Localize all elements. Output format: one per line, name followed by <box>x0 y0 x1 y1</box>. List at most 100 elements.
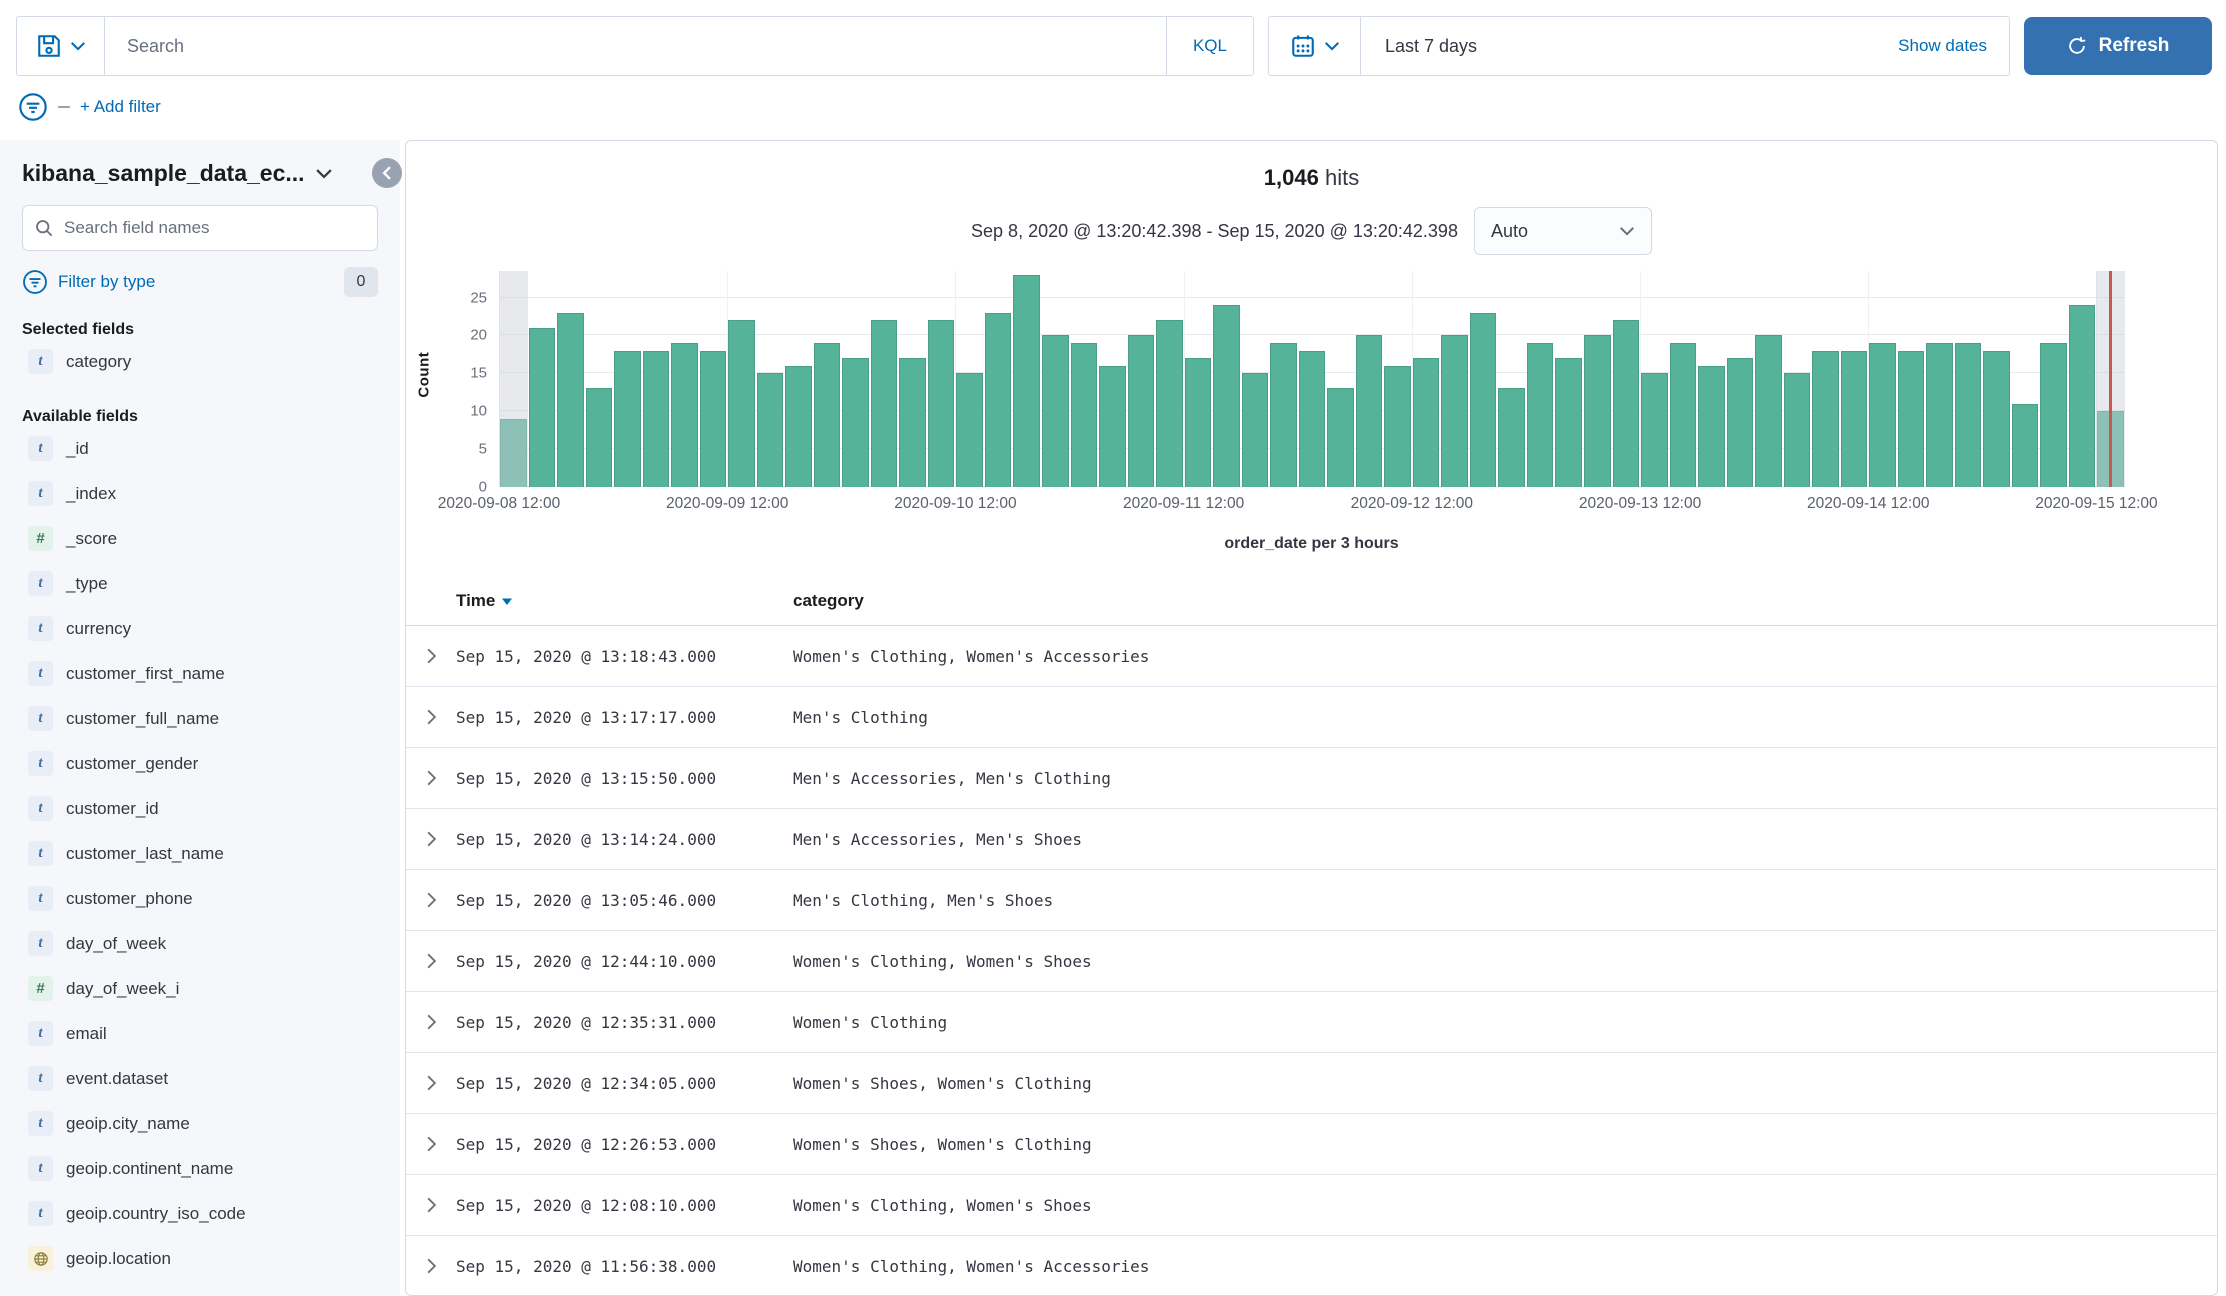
histogram-bar[interactable] <box>2012 404 2039 487</box>
table-row[interactable]: Sep 15, 2020 @ 13:17:17.000 Men's Clothi… <box>406 687 2217 748</box>
histogram-bar[interactable] <box>1299 351 1326 487</box>
expand-row-button[interactable] <box>419 766 443 790</box>
histogram-bar[interactable] <box>956 373 983 487</box>
table-row[interactable]: Sep 15, 2020 @ 13:15:50.000 Men's Access… <box>406 748 2217 809</box>
histogram-bar[interactable] <box>1527 343 1554 487</box>
histogram-bar[interactable] <box>1498 388 1525 487</box>
histogram-bar[interactable] <box>1156 320 1183 487</box>
histogram-bar[interactable] <box>1384 366 1411 487</box>
field-item-_index[interactable]: t _index <box>22 471 378 516</box>
histogram-bar[interactable] <box>2069 305 2096 487</box>
kql-syntax-button[interactable]: KQL <box>1166 17 1253 75</box>
expand-row-button[interactable] <box>419 827 443 851</box>
filter-by-type-button[interactable]: Filter by type <box>58 272 155 292</box>
histogram-bar[interactable] <box>1955 343 1982 487</box>
index-pattern-title[interactable]: kibana_sample_data_ec... <box>22 160 305 187</box>
histogram-bar[interactable] <box>1727 358 1754 487</box>
histogram-bar[interactable] <box>1555 358 1582 487</box>
histogram-bar[interactable] <box>1784 373 1811 487</box>
add-filter-button[interactable]: + Add filter <box>80 97 161 117</box>
expand-row-button[interactable] <box>419 644 443 668</box>
histogram-bar[interactable] <box>842 358 869 487</box>
field-item-_type[interactable]: t _type <box>22 561 378 606</box>
field-item-geoip.country_iso_code[interactable]: t geoip.country_iso_code <box>22 1191 378 1236</box>
histogram-bar[interactable] <box>1213 305 1240 487</box>
histogram-bar[interactable] <box>700 351 727 487</box>
histogram-bar[interactable] <box>928 320 955 487</box>
field-item-geoip.city_name[interactable]: t geoip.city_name <box>22 1101 378 1146</box>
histogram-bar[interactable] <box>1613 320 1640 487</box>
field-item-customer_gender[interactable]: t customer_gender <box>22 741 378 786</box>
expand-row-button[interactable] <box>419 1010 443 1034</box>
field-item-_id[interactable]: t _id <box>22 426 378 471</box>
histogram-bar[interactable] <box>1242 373 1269 487</box>
histogram-bar[interactable] <box>671 343 698 487</box>
expand-row-button[interactable] <box>419 1254 443 1278</box>
filter-options-icon[interactable] <box>18 92 48 122</box>
histogram-bar[interactable] <box>1128 335 1155 487</box>
histogram-bar[interactable] <box>1641 373 1668 487</box>
field-item-customer_last_name[interactable]: t customer_last_name <box>22 831 378 876</box>
refresh-button[interactable]: Refresh <box>2024 17 2212 75</box>
field-search-input[interactable] <box>64 218 365 238</box>
histogram-bar[interactable] <box>1042 335 1069 487</box>
histogram-bar[interactable] <box>1071 343 1098 487</box>
histogram-bar[interactable] <box>1327 388 1354 487</box>
field-item-customer_full_name[interactable]: t customer_full_name <box>22 696 378 741</box>
histogram-bar[interactable] <box>1983 351 2010 487</box>
expand-row-button[interactable] <box>419 1071 443 1095</box>
histogram-bar[interactable] <box>1869 343 1896 487</box>
field-item-day_of_week_i[interactable]: # day_of_week_i <box>22 966 378 1011</box>
table-row[interactable]: Sep 15, 2020 @ 12:35:31.000 Women's Clot… <box>406 992 2217 1053</box>
histogram-bar[interactable] <box>614 351 641 487</box>
table-row[interactable]: Sep 15, 2020 @ 13:18:43.000 Women's Clot… <box>406 626 2217 687</box>
histogram-bar[interactable] <box>757 373 784 487</box>
histogram-bar[interactable] <box>643 351 670 487</box>
histogram-bar[interactable] <box>1270 343 1297 487</box>
table-row[interactable]: Sep 15, 2020 @ 12:34:05.000 Women's Shoe… <box>406 1053 2217 1114</box>
histogram-bar[interactable] <box>785 366 812 487</box>
expand-row-button[interactable] <box>419 1132 443 1156</box>
chevron-down-icon[interactable] <box>315 168 333 179</box>
histogram-bar[interactable] <box>1698 366 1725 487</box>
histogram-bar[interactable] <box>1584 335 1611 487</box>
histogram-bar[interactable] <box>1841 351 1868 487</box>
histogram-bar[interactable] <box>1470 313 1497 487</box>
field-item-day_of_week[interactable]: t day_of_week <box>22 921 378 966</box>
histogram-bar[interactable] <box>899 358 926 487</box>
table-row[interactable]: Sep 15, 2020 @ 11:56:38.000 Women's Clot… <box>406 1236 2217 1296</box>
histogram-bar[interactable] <box>728 320 755 487</box>
field-item-customer_phone[interactable]: t customer_phone <box>22 876 378 921</box>
time-column-header[interactable]: Time <box>456 591 793 611</box>
expand-row-button[interactable] <box>419 949 443 973</box>
histogram-bar[interactable] <box>985 313 1012 487</box>
field-item-customer_id[interactable]: t customer_id <box>22 786 378 831</box>
histogram-bar[interactable] <box>1755 335 1782 487</box>
histogram-bar[interactable] <box>2040 343 2067 487</box>
collapse-sidebar-button[interactable] <box>372 158 402 188</box>
histogram-bar[interactable] <box>1013 275 1040 487</box>
field-item-event.dataset[interactable]: t event.dataset <box>22 1056 378 1101</box>
histogram-bar[interactable] <box>1099 366 1126 487</box>
histogram-plot[interactable]: 05101520252020-09-08 12:002020-09-09 12:… <box>499 271 2125 487</box>
table-row[interactable]: Sep 15, 2020 @ 12:08:10.000 Women's Clot… <box>406 1175 2217 1236</box>
field-item-geoip.location[interactable]: geoip.location <box>22 1236 378 1281</box>
table-row[interactable]: Sep 15, 2020 @ 13:05:46.000 Men's Clothi… <box>406 870 2217 931</box>
field-item-email[interactable]: t email <box>22 1011 378 1056</box>
quick-select-menu-button[interactable] <box>1269 17 1361 75</box>
histogram-bar[interactable] <box>1926 343 1953 487</box>
field-item-currency[interactable]: t currency <box>22 606 378 651</box>
search-input[interactable] <box>105 17 1166 75</box>
time-range-value[interactable]: Last 7 days <box>1361 36 1477 57</box>
expand-row-button[interactable] <box>419 888 443 912</box>
saved-query-menu-button[interactable] <box>17 17 105 75</box>
histogram-bar[interactable] <box>814 343 841 487</box>
histogram-bar[interactable] <box>586 388 613 487</box>
field-item-_score[interactable]: # _score <box>22 516 378 561</box>
histogram-bar[interactable] <box>871 320 898 487</box>
histogram-bar[interactable] <box>1441 335 1468 487</box>
field-item-category[interactable]: t category <box>22 339 378 384</box>
show-dates-button[interactable]: Show dates <box>1898 36 2009 56</box>
table-row[interactable]: Sep 15, 2020 @ 12:26:53.000 Women's Shoe… <box>406 1114 2217 1175</box>
category-column-header[interactable]: category <box>793 591 2217 611</box>
